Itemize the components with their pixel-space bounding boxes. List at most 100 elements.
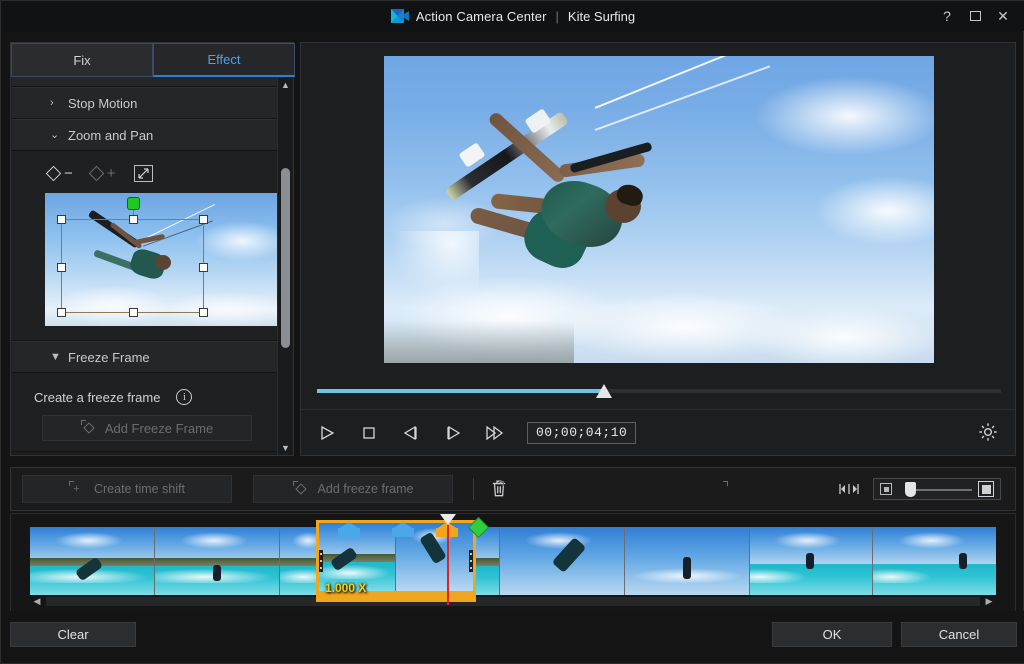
dialog-footer: Clear OK Cancel	[1, 611, 1024, 663]
horizontal-scroll-track[interactable]	[46, 597, 980, 606]
timeline-frame[interactable]	[750, 527, 873, 595]
window-controls: ? ✕	[933, 1, 1017, 31]
crop-handle-top-right[interactable]	[199, 215, 208, 224]
keyframe-marker-blue[interactable]	[392, 522, 414, 537]
create-time-shift-button[interactable]: + Create time shift	[22, 475, 232, 503]
frame-strip[interactable]	[30, 527, 996, 595]
scroll-left-arrow-icon[interactable]: ◀	[30, 594, 44, 608]
create-time-shift-label: Create time shift	[94, 482, 185, 496]
crop-handle-bottom-right[interactable]	[199, 308, 208, 317]
fit-timeline-icon[interactable]	[837, 481, 859, 497]
freeze-frame-icon	[293, 481, 309, 497]
playback-controls: 00;00;04;10	[301, 409, 1015, 455]
gear-icon[interactable]	[977, 421, 999, 443]
timeline-filmstrip: 1.000 X ◀ ▶	[10, 513, 1016, 613]
scroll-down-arrow-icon[interactable]: ▼	[278, 441, 293, 455]
previous-frame-icon[interactable]	[397, 419, 425, 447]
section-freeze-frame[interactable]: ▼ Freeze Frame	[12, 341, 284, 373]
expand-icon[interactable]	[134, 165, 153, 182]
cloud	[744, 306, 934, 363]
timeline-zoom-group	[837, 478, 1001, 500]
timecode-field[interactable]: 00;00;04;10	[527, 422, 636, 444]
keyframe-marker-blue[interactable]	[338, 522, 360, 537]
seekbar-fill	[317, 389, 604, 393]
scrollbar-thumb[interactable]	[281, 168, 290, 348]
section-stop-motion[interactable]: › Stop Motion	[12, 87, 284, 119]
scroll-right-arrow-icon[interactable]: ▶	[982, 594, 996, 608]
next-frame-icon[interactable]	[439, 419, 467, 447]
freeze-frame-description-row: Create a freeze frame i	[12, 373, 284, 415]
stop-icon[interactable]	[355, 419, 383, 447]
timeline-frame[interactable]	[500, 527, 625, 595]
add-freeze-frame-timeline-label: Add freeze frame	[318, 482, 414, 496]
zoom-and-pan-body: − +	[12, 151, 284, 341]
seekbar-thumb[interactable]	[596, 384, 612, 398]
crop-handle-middle-right[interactable]	[199, 263, 208, 272]
preview-seekbar[interactable]	[317, 383, 1001, 399]
help-button[interactable]: ?	[933, 2, 961, 30]
play-icon[interactable]	[313, 419, 341, 447]
add-freeze-frame-button[interactable]: Add Freeze Frame	[42, 415, 252, 441]
zoom-track[interactable]	[908, 489, 972, 491]
timeline-frame[interactable]	[625, 527, 750, 595]
ok-button[interactable]: OK	[772, 622, 892, 647]
info-icon[interactable]: i	[176, 389, 192, 405]
video-preview[interactable]	[384, 56, 934, 363]
panel-tabs: Fix Effect	[11, 43, 295, 77]
add-keyframe-icon[interactable]: +	[91, 166, 116, 181]
zoom-out-icon[interactable]	[880, 483, 892, 495]
timeline-toolbar: + Create time shift Add freeze frame	[10, 467, 1016, 511]
document-title: Kite Surfing	[568, 9, 635, 24]
clear-button[interactable]: Clear	[10, 622, 136, 647]
kite-surfer	[419, 101, 689, 301]
title-separator: |	[556, 9, 559, 24]
crop-handle-top-center[interactable]	[129, 215, 138, 224]
foreground-grass	[384, 321, 574, 363]
crop-handle-bottom-left[interactable]	[57, 308, 66, 317]
zoom-in-icon[interactable]	[978, 481, 994, 497]
section-zoom-and-pan[interactable]: ⌄ Zoom and Pan	[12, 119, 284, 151]
section-partial-above	[12, 77, 284, 87]
tab-effect[interactable]: Effect	[153, 43, 295, 77]
fast-forward-icon[interactable]	[481, 419, 509, 447]
zoom-pan-preview[interactable]	[45, 193, 284, 326]
crop-handle-top-left[interactable]	[57, 215, 66, 224]
section-stop-motion-label: Stop Motion	[68, 96, 137, 111]
tab-fix[interactable]: Fix	[11, 43, 153, 77]
triangle-down-icon: ▼	[50, 352, 61, 363]
add-freeze-frame-label: Add Freeze Frame	[105, 421, 213, 436]
action-camera-center-window: Action Camera Center | Kite Surfing ? ✕ …	[0, 0, 1024, 664]
crop-rectangle[interactable]	[61, 219, 204, 313]
add-freeze-frame-timeline-button[interactable]: Add freeze frame	[253, 475, 453, 503]
panel-scrollbar[interactable]: ▲ ▼	[277, 78, 292, 455]
trim-handle-left[interactable]	[319, 550, 323, 572]
playhead-handle[interactable]	[440, 514, 456, 525]
cloud	[754, 76, 934, 156]
crop-handle-middle-left[interactable]	[57, 263, 66, 272]
chevron-down-icon: ⌄	[50, 130, 59, 141]
freeze-frame-body: Create a freeze frame i Add Freeze Frame	[12, 373, 284, 452]
cancel-button[interactable]: Cancel	[901, 622, 1017, 647]
timeline-frame[interactable]	[155, 527, 280, 595]
maximize-button[interactable]	[961, 2, 989, 30]
effect-sections: › Stop Motion ⌄ Zoom and Pan − +	[12, 77, 284, 454]
maximize-icon	[970, 11, 981, 21]
timeline-zoom-slider[interactable]	[873, 478, 1001, 500]
trim-handle-right[interactable]	[469, 550, 473, 572]
time-shift-icon: +	[69, 481, 85, 497]
section-freeze-frame-label: Freeze Frame	[68, 350, 150, 365]
scroll-up-arrow-icon[interactable]: ▲	[278, 78, 293, 92]
chevron-right-icon: ›	[50, 98, 54, 109]
crop-handle-bottom-center[interactable]	[129, 308, 138, 317]
effects-panel: Fix Effect › Stop Motion ⌄ Zoom and Pan …	[10, 42, 294, 456]
remove-keyframe-icon[interactable]: −	[48, 166, 73, 181]
rotate-handle[interactable]	[128, 198, 139, 209]
close-button[interactable]: ✕	[989, 2, 1017, 30]
timeline-horizontal-scrollbar[interactable]: ◀ ▶	[30, 594, 996, 608]
freeze-frame-description: Create a freeze frame	[34, 390, 160, 405]
timeline-frame[interactable]	[30, 527, 155, 595]
timeline-frame[interactable]	[873, 527, 996, 595]
zoom-knob[interactable]	[905, 482, 916, 497]
keyframe-toolbar: − +	[12, 151, 284, 190]
title-group: Action Camera Center | Kite Surfing	[391, 9, 635, 24]
